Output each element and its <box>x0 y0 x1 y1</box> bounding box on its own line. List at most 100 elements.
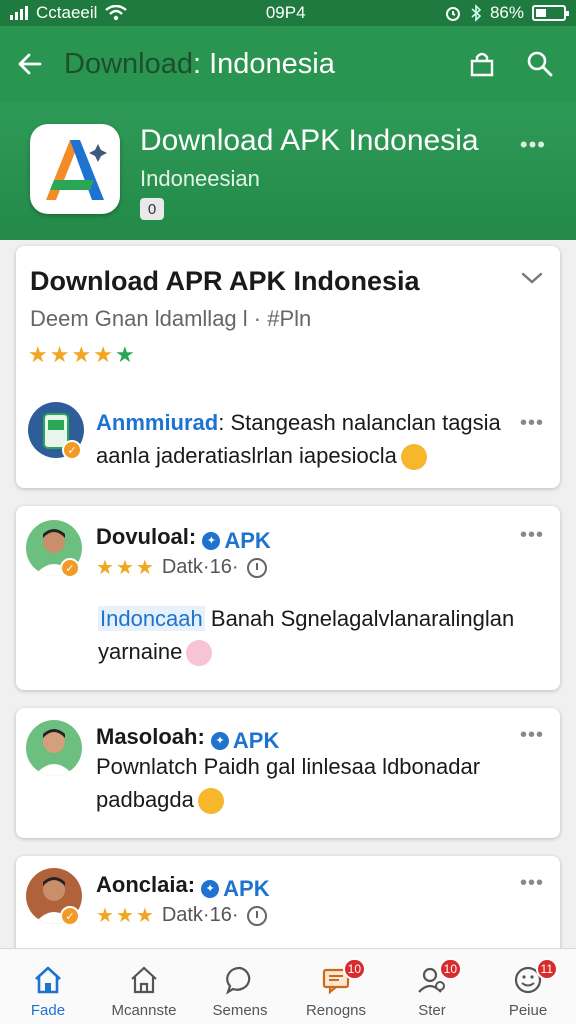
star-icon: ★ <box>135 556 154 579</box>
post-card: ✓ Dovuloal: ✦ APK ••• ★ ★ ★ Datk·16· Indonc… <box>16 506 560 690</box>
home-icon <box>35 965 61 993</box>
post-author-name: Masoloah: <box>96 724 205 749</box>
star-icon: ★ <box>114 342 135 367</box>
apk-tag[interactable]: ✦ APK <box>201 876 270 902</box>
app-name: Download APK Indonesia <box>140 124 479 157</box>
person-icon <box>34 729 74 776</box>
nav-item-fade[interactable]: Fade <box>0 952 96 1022</box>
nav-item-peiue[interactable]: Peiue 11 <box>480 952 576 1022</box>
apk-tag-label: APK <box>223 876 270 901</box>
nav-item-renogns[interactable]: Renogns 10 <box>288 952 384 1022</box>
announcement-author[interactable]: Anmmiurad <box>96 406 218 439</box>
star-icon: ★ <box>115 904 134 927</box>
app-bar-title: Download: Indonesia <box>64 48 446 81</box>
post-stars: ★ ★ ★ <box>96 558 154 578</box>
bluetooth-icon <box>471 4 482 22</box>
post-meta: ★ ★ ★ Datk·16· <box>96 556 267 579</box>
app-bar-title-dim: Download <box>64 47 193 80</box>
chat-bubble-icon <box>226 966 251 994</box>
apk-tag-label: APK <box>224 528 271 553</box>
main-card: Download APR APK Indonesia Deem Gnan lda… <box>16 246 560 488</box>
post-date: Datk·16· <box>161 556 239 578</box>
nav-item-semens[interactable]: Semens <box>192 952 288 1022</box>
star-icon: ★ <box>71 342 92 367</box>
smile-emoji-icon <box>400 444 427 471</box>
post-body: Pownlatch Paidh gal linlesaa ldbonadar p… <box>96 750 480 816</box>
app-bar: Download: Indonesia <box>0 26 576 102</box>
star-icon: ★ <box>49 342 70 367</box>
announcement-line1: : Stangeash nalanclan tagsia <box>218 410 501 435</box>
battery-icon <box>532 5 569 21</box>
heart-emoji-icon <box>186 640 213 667</box>
nav-item-mcannste[interactable]: Mcannste <box>96 952 192 1022</box>
chevron-down-icon[interactable] <box>518 264 546 292</box>
post-body-line1: Banah Sgnelagalvlanaralinglan <box>210 606 515 631</box>
smile-emoji-icon <box>197 788 224 815</box>
app-badge: 0 <box>140 198 164 220</box>
announcement-text: Anmmiurad: Stangeash nalanclan tagsia aa… <box>96 406 501 472</box>
notification-badge: 11 <box>535 957 558 980</box>
back-button[interactable] <box>14 48 46 80</box>
nav-label: Fade <box>30 1001 66 1019</box>
clock-icon <box>246 905 267 926</box>
post-body-line2: yarnaine <box>98 639 183 664</box>
star-icon: ★ <box>96 904 114 927</box>
bag-icon <box>470 52 494 77</box>
verified-icon: ✓ <box>62 440 82 460</box>
bag-button[interactable] <box>460 42 504 86</box>
verified-badge-icon: ✦ <box>202 532 221 550</box>
announcement-line2: aanla jaderatiaslrlan iapesiocla <box>96 443 397 468</box>
post-date: Datk·16· <box>161 904 239 926</box>
search-button[interactable] <box>518 42 562 86</box>
post-meta: ★ ★ ★ Datk·16· <box>96 904 267 927</box>
search-icon <box>527 51 553 77</box>
nav-label: Mcannste <box>111 1001 177 1019</box>
post-hashtag[interactable]: Indoncaah <box>98 606 205 631</box>
post-more-button[interactable]: ••• <box>520 872 544 895</box>
status-time: 09P4 <box>265 3 306 22</box>
clock-icon <box>246 557 267 578</box>
star-icon: ★ <box>115 556 134 579</box>
verified-badge-icon: ✦ <box>201 880 220 898</box>
post-more-button[interactable]: ••• <box>520 524 544 547</box>
notification-badge: 10 <box>438 957 462 980</box>
verified-icon: ✓ <box>60 906 80 926</box>
post-stars: ★ ★ ★ <box>96 906 154 926</box>
star-icon: ★ <box>96 556 114 579</box>
signal-icon <box>10 6 28 20</box>
wifi-icon <box>105 5 128 21</box>
notification-badge: 10 <box>342 957 366 980</box>
header-more-button[interactable]: ••• <box>520 132 546 158</box>
nav-item-ster[interactable]: Ster 10 <box>384 952 480 1022</box>
nav-label: Ster <box>418 1001 446 1019</box>
post-author-name: Dovuloal: <box>96 524 197 549</box>
post-more-button[interactable]: ••• <box>520 724 544 747</box>
house-outline-icon <box>131 966 157 993</box>
star-icon: ★ <box>135 904 154 927</box>
post-author: Aonclaia: ✦ APK <box>96 872 270 902</box>
app-bar-title-main: : Indonesia <box>192 47 335 80</box>
status-bar: Cctaeeil 09P4 86% <box>0 0 576 26</box>
post-card: Masoloah: ✦ APK ••• Pownlatch Paidh gal l… <box>16 708 560 838</box>
apk-tag[interactable]: ✦ APK <box>202 528 271 554</box>
back-arrow-icon <box>18 53 42 75</box>
battery-percent: 86% <box>489 3 524 22</box>
carrier-name: Cctaeeil <box>36 3 98 22</box>
avatar[interactable] <box>26 720 82 776</box>
post-author-name: Aonclaia: <box>96 872 196 897</box>
bottom-nav: Fade Mcannste Semens Renogns 10 Ster 10 … <box>0 948 576 1024</box>
star-icon: ★ <box>93 342 113 367</box>
post-body-line2: padbagda <box>96 787 194 812</box>
announcement-more-button[interactable]: ••• <box>520 412 544 435</box>
main-card-title: Download APR APK Indonesia <box>30 266 420 296</box>
app-subtitle: Indoneesian <box>140 166 260 191</box>
verified-badge-icon: ✦ <box>210 732 229 750</box>
alarm-icon <box>445 7 460 21</box>
app-header: Download APK Indonesia Indoneesian 0 ••• <box>0 102 576 240</box>
star-icon: ★ <box>28 342 48 367</box>
post-author: Dovuloal: ✦ APK <box>96 524 271 554</box>
main-card-meta: Deem Gnan ldamllag l · #Pln <box>30 306 312 331</box>
app-logo[interactable] <box>30 124 120 214</box>
verified-icon: ✓ <box>60 558 80 578</box>
post-body-line1: Pownlatch Paidh gal linlesaa ldbonadar <box>96 754 481 779</box>
